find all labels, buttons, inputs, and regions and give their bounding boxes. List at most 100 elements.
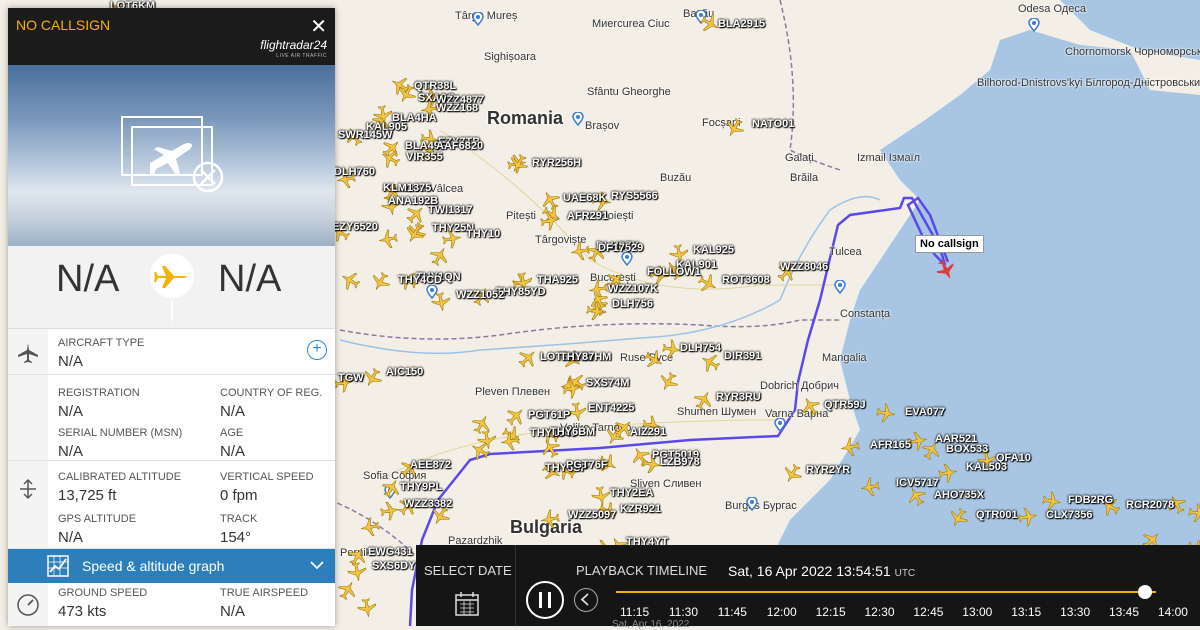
aircraft-callsign-label[interactable]: SXS74M (586, 377, 629, 389)
aircraft-callsign-label[interactable]: AIZ291 (630, 426, 666, 438)
aircraft-icon[interactable] (500, 430, 522, 452)
aircraft-icon[interactable] (936, 462, 958, 484)
aircraft-callsign-label[interactable]: LZB978 (660, 456, 700, 468)
aircraft-icon[interactable] (1186, 502, 1200, 524)
aircraft-callsign-label[interactable]: DLH760 (334, 166, 375, 178)
aircraft-callsign-label[interactable]: THY6BM (550, 426, 595, 438)
aircraft-callsign-label[interactable]: THY9PL (400, 481, 442, 493)
aircraft-callsign-label[interactable]: WZZ168 (436, 102, 478, 114)
aircraft-icon[interactable] (560, 378, 582, 400)
timeline-track[interactable] (616, 591, 1156, 593)
aircraft-callsign-label[interactable]: KAL925 (693, 244, 734, 256)
aircraft-callsign-label[interactable]: BLA4HA (392, 112, 437, 124)
aircraft-icon[interactable] (346, 560, 368, 582)
rewind-button[interactable] (574, 588, 598, 612)
aircraft-callsign-label[interactable]: TGW (338, 372, 364, 384)
aircraft-callsign-label[interactable]: SWR145W (338, 129, 392, 141)
aircraft-callsign-label[interactable]: DLH754 (680, 342, 721, 354)
aircraft-icon[interactable] (516, 348, 538, 370)
aircraft-callsign-label[interactable]: EWG431 (368, 546, 413, 558)
aircraft-icon[interactable] (840, 436, 862, 458)
aircraft-callsign-label[interactable]: DIR391 (724, 350, 761, 362)
aircraft-callsign-label[interactable]: THY10 (466, 228, 500, 240)
airport-pin-icon[interactable] (621, 251, 633, 267)
airport-pin-icon[interactable] (572, 111, 584, 127)
aircraft-callsign-label[interactable]: FOLLOW1 (647, 266, 701, 278)
aircraft-callsign-label[interactable]: THY2EA (610, 487, 653, 499)
airport-pin-icon[interactable] (472, 11, 484, 27)
aircraft-icon[interactable] (336, 580, 358, 602)
aircraft-icon[interactable] (906, 486, 928, 508)
aircraft-icon[interactable] (538, 210, 560, 232)
aircraft-icon[interactable] (860, 476, 882, 498)
aircraft-callsign-label[interactable]: VIR355 (406, 151, 443, 163)
aircraft-callsign-label[interactable]: WZZ1052 (456, 289, 504, 301)
aircraft-callsign-label[interactable]: PGT61P (528, 409, 570, 421)
aircraft-icon[interactable] (380, 148, 402, 170)
aircraft-callsign-label[interactable]: RYR2YR (806, 464, 850, 476)
aircraft-callsign-label[interactable]: THY4CD (398, 274, 442, 286)
aircraft-callsign-label[interactable]: RYR256H (532, 157, 581, 169)
destination-airport[interactable]: N/A (218, 258, 281, 301)
aircraft-icon[interactable] (340, 270, 362, 292)
aircraft-callsign-label[interactable]: RYS5566 (611, 190, 658, 202)
aircraft-icon[interactable] (404, 222, 426, 244)
aircraft-callsign-label[interactable]: KLM1375 (383, 182, 431, 194)
aircraft-callsign-label[interactable]: RCR2078 (1126, 499, 1174, 511)
aircraft-icon[interactable] (378, 228, 400, 250)
aircraft-callsign-label[interactable]: SXS6DY (372, 560, 415, 572)
aircraft-icon[interactable] (700, 352, 722, 374)
aircraft-callsign-label[interactable]: NATO01 (752, 118, 794, 130)
origin-airport[interactable]: N/A (56, 258, 119, 301)
airport-pin-icon[interactable] (834, 279, 846, 295)
aircraft-callsign-label[interactable]: KZR921 (620, 503, 661, 515)
pause-button[interactable] (526, 581, 564, 619)
aircraft-callsign-label[interactable]: CLX7356 (1046, 509, 1092, 521)
aircraft-icon[interactable] (1016, 506, 1038, 528)
aircraft-callsign-label[interactable]: QTR59J (824, 399, 866, 411)
aircraft-callsign-label[interactable]: EVA077 (905, 406, 945, 418)
aircraft-callsign-label[interactable]: UAE68K (563, 192, 606, 204)
aircraft-callsign-label[interactable]: AEE872 (410, 459, 451, 471)
aircraft-callsign-label[interactable]: WZZ3382 (404, 498, 452, 510)
airport-pin-icon[interactable] (746, 496, 758, 512)
aircraft-callsign-label[interactable]: ICV5717 (896, 477, 939, 489)
aircraft-icon[interactable] (540, 438, 562, 460)
aircraft-callsign-label[interactable]: BOX533 (946, 443, 988, 455)
aircraft-callsign-label[interactable]: EZY6520 (332, 221, 378, 233)
aircraft-callsign-label[interactable]: AAF6820 (436, 140, 483, 152)
aircraft-callsign-label[interactable]: TWI1317 (428, 204, 473, 216)
aircraft-callsign-label[interactable]: THA925 (537, 274, 578, 286)
aircraft-callsign-label[interactable]: PGT76F (566, 459, 608, 471)
aircraft-icon[interactable] (360, 516, 382, 538)
aircraft-callsign-label[interactable]: AFR165 (870, 439, 911, 451)
aircraft-icon[interactable] (724, 116, 746, 138)
aircraft-icon[interactable] (356, 596, 378, 618)
aircraft-icon[interactable] (470, 440, 492, 462)
aircraft-callsign-label[interactable]: THY87HM (560, 351, 611, 363)
select-date-button[interactable]: SELECT DATE (416, 545, 516, 626)
aircraft-icon[interactable] (658, 370, 680, 392)
aircraft-icon[interactable] (370, 270, 392, 292)
aircraft-callsign-label[interactable]: QTR001 (976, 509, 1018, 521)
aircraft-callsign-label[interactable]: AHO735X (934, 489, 984, 501)
aircraft-icon[interactable] (692, 390, 714, 412)
aircraft-icon[interactable] (874, 402, 896, 424)
aircraft-icon[interactable] (642, 348, 664, 370)
aircraft-callsign-label[interactable]: WZZ8046 (780, 261, 828, 273)
aircraft-icon[interactable] (782, 462, 804, 484)
aircraft-icon[interactable] (800, 396, 822, 418)
aircraft-callsign-label[interactable]: WZZ5097 (568, 509, 616, 521)
aircraft-icon[interactable] (428, 246, 450, 268)
aircraft-callsign-label[interactable]: KAL503 (966, 461, 1007, 473)
aircraft-callsign-label[interactable]: DLH756 (612, 298, 653, 310)
aircraft-callsign-label[interactable]: AFR291 (567, 210, 608, 222)
airport-pin-icon[interactable] (774, 417, 786, 433)
aircraft-callsign-label[interactable]: QTR38L (414, 80, 456, 92)
aircraft-callsign-label[interactable]: FDB2RG (1068, 494, 1113, 506)
aircraft-icon[interactable] (948, 506, 970, 528)
aircraft-callsign-label[interactable]: ROT3608 (722, 274, 770, 286)
speed-altitude-graph-toggle[interactable]: Speed & altitude graph (8, 549, 335, 583)
aircraft-icon[interactable] (430, 290, 452, 312)
selected-aircraft-label[interactable]: No callsign (915, 235, 984, 253)
